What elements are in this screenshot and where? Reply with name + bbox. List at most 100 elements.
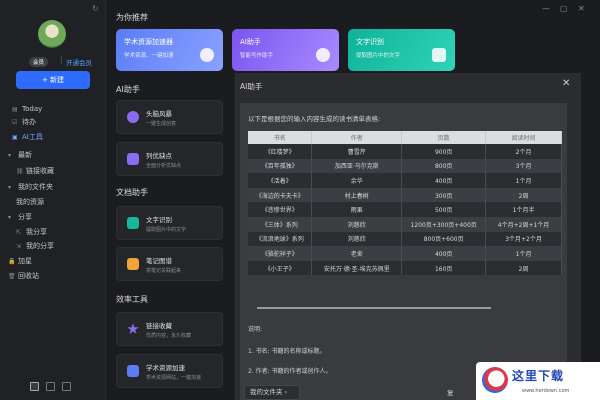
table-cell: 刘慈欣 bbox=[311, 216, 403, 232]
sidebar-item-label: 回收站 bbox=[18, 272, 39, 280]
tool-desc: 优质内容，永久收藏 bbox=[146, 333, 192, 339]
new-button[interactable]: + 新建 bbox=[16, 71, 90, 89]
table-cell: 《骆驼祥子》 bbox=[248, 246, 313, 261]
sidebar-item-my-shares[interactable]: ⇲ 我的分享 bbox=[0, 241, 106, 252]
table-cell: 800页+600页 bbox=[401, 231, 487, 247]
table-row: 《活着》 余华 400页 1个月 bbox=[248, 173, 562, 188]
table-cell: 《红楼梦》 bbox=[248, 144, 313, 159]
sidebar: ↻ 会员 | 开通会员 + 新建 ▤ Today ☑ 待办 ▣ AI工具 ▾ 最新 ⛓ 链… bbox=[0, 0, 106, 400]
card-academic-accelerator[interactable]: 学术资源加速器 学术资源、一键加速 bbox=[116, 29, 223, 71]
tool-note-graph[interactable]: 笔记图谱 将笔记关联起来 bbox=[116, 247, 223, 281]
tool-pros-cons[interactable]: 列优缺点 全面分析优缺点 bbox=[116, 142, 223, 176]
my-folder-button[interactable]: 我的文件夹 › bbox=[244, 385, 300, 400]
tool-title: 学术资源加速 bbox=[146, 364, 185, 372]
sidebar-item-label: 我的文件夹 bbox=[18, 183, 53, 191]
member-badge: 会员 bbox=[29, 57, 49, 67]
calendar-icon: ▤ bbox=[12, 106, 18, 113]
tool-desc: 将笔记关联起来 bbox=[146, 268, 182, 274]
tool-brainstorm[interactable]: 头脑风暴 一键生成创意 bbox=[116, 100, 223, 134]
tool-title: 头脑风暴 bbox=[146, 110, 172, 118]
watermark-brand: 这里下载 bbox=[512, 369, 565, 383]
sidebar-item-share[interactable]: ▾ 分享 bbox=[0, 212, 106, 223]
note-line-2: 2. 作者: 书籍的作者或创作人。 bbox=[248, 368, 332, 375]
card-ai-assistant[interactable]: AI助手 智能写作助手 bbox=[232, 29, 339, 71]
sidebar-item-my-resources[interactable]: 我的资源 bbox=[0, 197, 106, 208]
tool-ocr[interactable]: 文字识别 提取图片中的文字 bbox=[116, 206, 223, 240]
copy-button[interactable]: 复 bbox=[447, 387, 454, 397]
open-vip-link[interactable]: 开通会员 bbox=[66, 57, 92, 67]
table-cell: 1200页+300页+400页 bbox=[401, 216, 487, 232]
sidebar-item-today[interactable]: ▤ Today bbox=[0, 104, 106, 115]
table-cell: 400页 bbox=[401, 173, 487, 188]
column-header: 书名 bbox=[248, 131, 313, 144]
download-logo-icon bbox=[482, 367, 508, 393]
table-cell: 《海边的卡夫卡》 bbox=[248, 187, 313, 203]
maximize-icon[interactable]: ▢ bbox=[560, 4, 568, 13]
table-cell: 安托万·德·圣-埃克苏佩里 bbox=[311, 260, 403, 276]
separator: | bbox=[60, 56, 63, 64]
sidebar-item-trash[interactable]: 🗑 回收站 bbox=[0, 271, 106, 282]
sidebar-item-latest[interactable]: ▾ 最新 bbox=[0, 150, 106, 161]
trash-icon: 🗑 bbox=[8, 273, 16, 280]
table-header-row: 书名 作者 页数 阅读时间 bbox=[248, 131, 562, 144]
note-title: 说明: bbox=[248, 326, 263, 333]
table-cell: 余华 bbox=[311, 173, 403, 188]
table-cell: 2周 bbox=[485, 260, 562, 276]
single-view-icon[interactable] bbox=[62, 382, 71, 391]
sidebar-item-label: 我分享 bbox=[26, 228, 47, 236]
table-cell: 1个月 bbox=[485, 173, 562, 188]
sidebar-item-todo[interactable]: ☑ 待办 bbox=[0, 117, 106, 128]
close-window-icon[interactable]: ✕ bbox=[578, 4, 585, 13]
tool-desc: 一键生成创意 bbox=[146, 121, 177, 127]
section-ai-assistant: AI助手 bbox=[116, 85, 140, 94]
close-icon[interactable]: ✕ bbox=[562, 78, 570, 89]
table-cell: 400页 bbox=[401, 246, 487, 261]
table-cell: 3个月 bbox=[485, 158, 562, 174]
table-cell: 300页 bbox=[401, 187, 487, 203]
table-cell: 刘慈欣 bbox=[311, 231, 403, 247]
table-cell: 村上春树 bbox=[311, 187, 403, 203]
card-ocr[interactable]: 文字识别 提取图片中的文字 bbox=[348, 29, 455, 71]
note-line-1: 1. 书名: 书籍的名称或标题。 bbox=[248, 348, 326, 355]
table-cell: 《流浪地球》系列 bbox=[248, 231, 313, 247]
minimize-icon[interactable]: — bbox=[542, 4, 550, 13]
split-view-icon[interactable] bbox=[46, 382, 55, 391]
table-cell: 老舍 bbox=[311, 246, 403, 261]
sidebar-item-label: 我的资源 bbox=[16, 198, 44, 206]
checkbox-icon: ☑ bbox=[12, 119, 18, 126]
sync-icon[interactable]: ↻ bbox=[92, 4, 99, 13]
sidebar-item-label: AI工具 bbox=[22, 133, 43, 141]
chevron-down-icon: ▾ bbox=[8, 184, 12, 191]
table-cell: 4个月+2周+1个月 bbox=[485, 216, 562, 232]
table-cell: 900页 bbox=[401, 144, 487, 159]
sidebar-item-label: 分享 bbox=[18, 213, 32, 221]
table-scrollbar[interactable] bbox=[257, 307, 491, 309]
watermark-url: www.herdown.com bbox=[522, 388, 570, 394]
sidebar-item-ai-tools[interactable]: ▣ AI工具 bbox=[0, 132, 106, 143]
table-row: 《流浪地球》系列 刘慈欣 800页+600页 3个月+2个月 bbox=[248, 231, 562, 247]
sidebar-item-my-folders[interactable]: ▾ 我的文件夹 bbox=[0, 182, 106, 193]
column-header: 作者 bbox=[311, 131, 403, 144]
table-row: 《小王子》 安托万·德·圣-埃克苏佩里 160页 2周 bbox=[248, 260, 562, 276]
avatar[interactable] bbox=[38, 20, 66, 48]
table-cell: 《活着》 bbox=[248, 173, 313, 188]
section-doc-assistant: 文档助手 bbox=[116, 188, 148, 197]
sidebar-item-label: 链接收藏 bbox=[26, 167, 54, 175]
tool-title: 链接收藏 bbox=[146, 322, 172, 330]
sidebar-item-label: Today bbox=[22, 105, 43, 113]
table-cell: 《三体》系列 bbox=[248, 216, 313, 232]
grid-view-icon[interactable] bbox=[30, 382, 39, 391]
tool-academic-accelerate[interactable]: 学术资源加速 学术资源网站，一键加速 bbox=[116, 354, 223, 388]
column-header: 阅读时间 bbox=[485, 131, 562, 144]
sidebar-item-label: 待办 bbox=[22, 118, 36, 126]
sidebar-item-i-share[interactable]: ⇱ 我分享 bbox=[0, 227, 106, 238]
sidebar-item-link-collection[interactable]: ⛓ 链接收藏 bbox=[0, 166, 106, 177]
scan-icon bbox=[432, 48, 446, 62]
panel-intro: 以下是根据您的输入内容生成的读书清单表格: bbox=[248, 115, 381, 123]
table-cell: 3个月+2个月 bbox=[485, 231, 562, 247]
table-cell: 500页 bbox=[401, 202, 487, 217]
tool-link-collection[interactable]: 链接收藏 优质内容，永久收藏 bbox=[116, 312, 223, 346]
sidebar-item-label: 我的分享 bbox=[26, 242, 54, 250]
card-title: 学术资源加速器 bbox=[124, 38, 173, 46]
sidebar-item-starred[interactable]: 🔒 加星 bbox=[0, 256, 106, 267]
